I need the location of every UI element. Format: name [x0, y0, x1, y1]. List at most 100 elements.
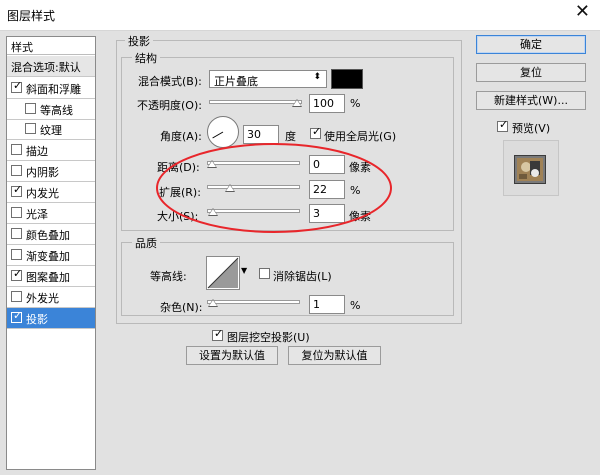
- sidebar-item-label: 斜面和浮雕: [26, 83, 81, 96]
- distance-input[interactable]: 0: [309, 155, 345, 174]
- sidebar-item-checkbox[interactable]: ✓: [11, 267, 23, 281]
- chevron-down-icon[interactable]: ▼: [241, 266, 247, 275]
- close-icon[interactable]: ✕: [575, 3, 590, 21]
- distance-label: 距离(D):: [157, 161, 200, 174]
- check-icon: ✓: [312, 125, 322, 138]
- size-label: 大小(S):: [157, 210, 199, 223]
- ok-button[interactable]: 确定: [476, 35, 586, 54]
- noise-slider-thumb[interactable]: [207, 299, 218, 307]
- sidebar-item-checkbox[interactable]: [11, 144, 22, 155]
- sidebar-item-checkbox[interactable]: ✓: [11, 183, 23, 197]
- sidebar-item[interactable]: 颜色叠加: [7, 224, 95, 245]
- noise-input[interactable]: 1: [309, 295, 345, 314]
- window-title: 图层样式: [7, 9, 56, 23]
- spread-label: 扩展(R):: [159, 186, 201, 199]
- title-bar: 图层样式 ✕: [0, 0, 600, 31]
- sidebar-item-checkbox[interactable]: [11, 249, 22, 260]
- blend-mode-label: 混合模式(B):: [138, 75, 202, 88]
- noise-slider-track[interactable]: [207, 300, 300, 304]
- styles-header-label: 样式: [11, 41, 33, 54]
- global-light-checkbox[interactable]: ✓: [310, 125, 322, 139]
- opacity-label: 不透明度(O):: [137, 99, 202, 112]
- blend-mode-select[interactable]: 正片叠底 ⬍: [209, 70, 327, 88]
- angle-unit: 度: [285, 130, 296, 143]
- sidebar-item-label: 渐变叠加: [26, 250, 70, 263]
- check-icon: ✓: [499, 118, 509, 131]
- antialias-label: 消除锯齿(L): [273, 270, 332, 283]
- opacity-unit: %: [350, 97, 361, 110]
- sidebar-item[interactable]: 渐变叠加: [7, 245, 95, 266]
- preview-label: 预览(V): [512, 122, 551, 135]
- size-slider-thumb[interactable]: [207, 208, 218, 216]
- contour-label: 等高线:: [150, 270, 187, 283]
- sidebar-item-checkbox[interactable]: [25, 123, 36, 134]
- sidebar-item[interactable]: ✓ 图案叠加: [7, 266, 95, 287]
- chevron-updown-icon: ⬍: [313, 72, 321, 82]
- spread-slider-thumb[interactable]: [225, 184, 236, 192]
- contour-picker[interactable]: [206, 256, 240, 290]
- knockout-checkbox[interactable]: ✓: [212, 327, 224, 341]
- preview-checkbox[interactable]: ✓: [497, 118, 509, 132]
- sidebar-item-label: 内阴影: [26, 166, 59, 179]
- distance-unit: 像素: [349, 161, 371, 174]
- size-unit: 像素: [349, 210, 371, 223]
- sidebar-item-checkbox[interactable]: [11, 207, 22, 218]
- size-slider-track[interactable]: [207, 209, 300, 213]
- sidebar-item[interactable]: 纹理: [7, 119, 95, 140]
- sidebar-item-checkbox[interactable]: ✓: [11, 309, 23, 323]
- spread-slider-track[interactable]: [207, 185, 300, 189]
- size-input[interactable]: 3: [309, 204, 345, 223]
- style-preview: [503, 140, 559, 196]
- check-icon: ✓: [13, 79, 23, 92]
- make-default-button[interactable]: 设置为默认值: [186, 346, 278, 365]
- noise-label: 杂色(N):: [160, 301, 203, 314]
- check-icon: ✓: [13, 183, 23, 196]
- check-icon: ✓: [214, 327, 224, 340]
- sidebar-item-label: 光泽: [26, 208, 48, 221]
- sidebar-item-label: 颜色叠加: [26, 229, 70, 242]
- shadow-color-swatch[interactable]: [331, 69, 363, 89]
- sidebar-item-label: 描边: [26, 145, 48, 158]
- layer-style-dialog: 图层样式 ✕ 样式 混合选项:默认 ✓ 斜面和浮雕 等高线 纹理 描边 内阴影 ✓ 内发光 光泽颜…: [0, 0, 600, 475]
- sidebar-item-checkbox[interactable]: ✓: [11, 79, 23, 93]
- styles-list: 样式 混合选项:默认 ✓ 斜面和浮雕 等高线 纹理 描边 内阴影 ✓ 内发光 光泽 颜色叠加 渐变叠加…: [6, 36, 96, 470]
- reset-button[interactable]: 复位: [476, 63, 586, 82]
- sidebar-item[interactable]: 内阴影: [7, 161, 95, 182]
- sidebar-item-checkbox[interactable]: [11, 165, 22, 176]
- opacity-input[interactable]: 100: [309, 94, 345, 113]
- sidebar-item[interactable]: 混合选项:默认: [7, 56, 95, 77]
- distance-slider-thumb[interactable]: [207, 160, 217, 168]
- sidebar-item[interactable]: ✓ 斜面和浮雕: [7, 78, 95, 99]
- sidebar-item-label: 混合选项:默认: [11, 61, 81, 74]
- sidebar-item-checkbox[interactable]: [11, 228, 22, 239]
- reset-default-button[interactable]: 复位为默认值: [288, 346, 381, 365]
- styles-header: 样式: [7, 37, 95, 55]
- antialias-checkbox[interactable]: [259, 268, 270, 279]
- sidebar-item-checkbox[interactable]: [11, 291, 22, 302]
- opacity-slider-thumb[interactable]: [292, 99, 302, 107]
- sidebar-item[interactable]: ✓ 投影: [7, 308, 95, 329]
- sidebar-item[interactable]: ✓ 内发光: [7, 182, 95, 203]
- sidebar-item-checkbox[interactable]: [25, 103, 36, 114]
- check-icon: ✓: [13, 309, 23, 322]
- sidebar-item-label: 等高线: [40, 104, 73, 117]
- new-style-button[interactable]: 新建样式(W)...: [476, 91, 586, 110]
- opacity-slider-track[interactable]: [209, 100, 302, 104]
- sidebar-item-label: 投影: [26, 313, 48, 326]
- global-light-label: 使用全局光(G): [324, 130, 397, 143]
- sidebar-item[interactable]: 光泽: [7, 203, 95, 224]
- check-icon: ✓: [13, 267, 23, 280]
- sidebar-item-label: 外发光: [26, 292, 59, 305]
- angle-dial[interactable]: [207, 116, 239, 148]
- sidebar-item[interactable]: 描边: [7, 140, 95, 161]
- quality-title: 品质: [132, 235, 160, 251]
- angle-label: 角度(A):: [160, 130, 202, 143]
- angle-input[interactable]: 30: [243, 125, 279, 144]
- drop-shadow-title: 投影: [125, 33, 153, 49]
- spread-unit: %: [350, 184, 361, 197]
- distance-slider-track[interactable]: [207, 161, 300, 165]
- spread-input[interactable]: 22: [309, 180, 345, 199]
- sidebar-item[interactable]: 外发光: [7, 287, 95, 308]
- sidebar-item[interactable]: 等高线: [7, 99, 95, 120]
- sidebar-item-label: 内发光: [26, 187, 59, 200]
